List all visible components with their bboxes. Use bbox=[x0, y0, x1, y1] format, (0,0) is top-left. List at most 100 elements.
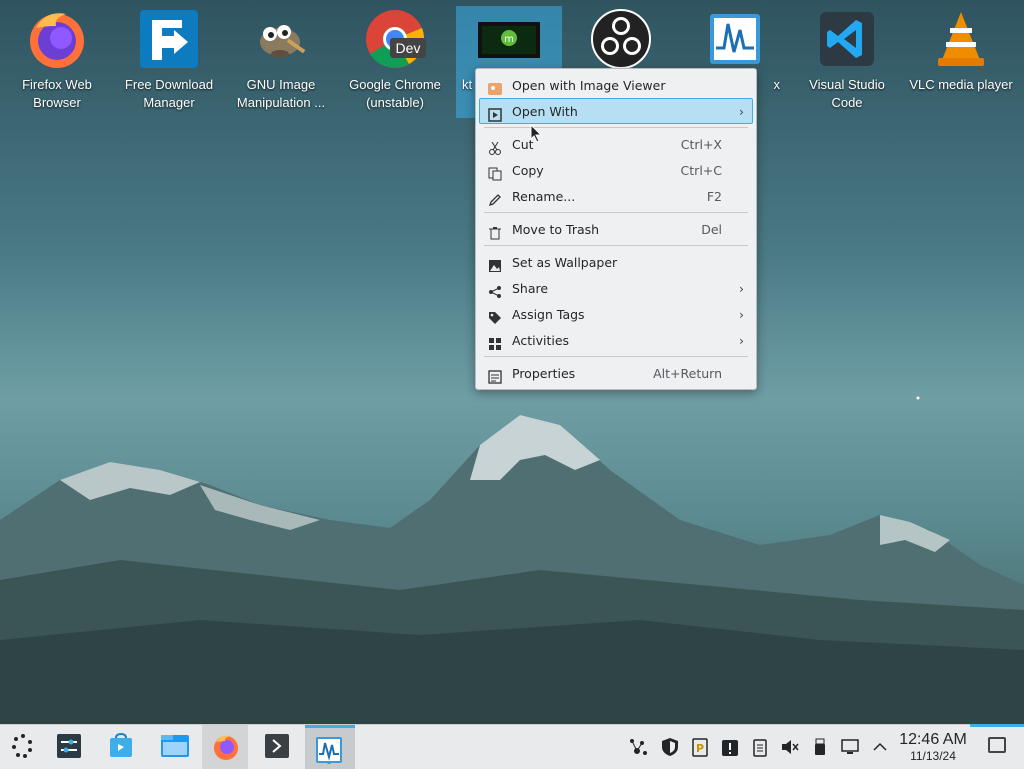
menu-item-set-as-wallpaper[interactable]: Set as Wallpaper bbox=[479, 249, 753, 275]
usb-icon[interactable] bbox=[810, 737, 830, 757]
menu-item-shortcut: Ctrl+X bbox=[680, 137, 722, 152]
menu-item-label: Open with Image Viewer bbox=[512, 78, 666, 93]
scissors-icon bbox=[488, 138, 502, 155]
desktop-icon-label: Free Download Manager bbox=[124, 77, 214, 110]
wallpaper-icon bbox=[488, 256, 502, 272]
properties-icon bbox=[488, 367, 502, 384]
taskbar-system-settings[interactable] bbox=[46, 725, 92, 769]
menu-item-label: Properties bbox=[512, 366, 576, 381]
desktop-icon-label: Firefox Web Browser bbox=[22, 77, 92, 110]
chevron-right-icon: › bbox=[739, 104, 744, 119]
menu-item-label: Set as Wallpaper bbox=[512, 255, 618, 270]
ksysguard-icon bbox=[316, 737, 342, 764]
ksysguard-icon bbox=[704, 8, 766, 70]
context-menu: Open with Image Viewer Open With › Cut C… bbox=[475, 68, 757, 390]
menu-item-shortcut: Alt+Return bbox=[653, 366, 722, 381]
copy-icon bbox=[488, 164, 502, 181]
desktop-icon-gimp[interactable]: GNU Image Manipulation ... bbox=[226, 6, 336, 118]
desktop-icon-label: Visual Studio Code bbox=[809, 77, 885, 110]
svg-text:Dev: Dev bbox=[396, 40, 421, 56]
dolphin-icon bbox=[161, 735, 189, 757]
discover-icon bbox=[110, 733, 132, 757]
menu-item-properties[interactable]: Properties Alt+Return bbox=[479, 360, 753, 386]
gimp-icon bbox=[250, 8, 312, 70]
desktop-icon-firefox[interactable]: Firefox Web Browser bbox=[2, 6, 112, 118]
taskbar-accent-line bbox=[970, 724, 1024, 727]
menu-item-cut[interactable]: Cut Ctrl+X bbox=[479, 131, 753, 157]
desktop-icon-chrome-dev[interactable]: Dev Google Chrome (unstable) bbox=[340, 6, 450, 118]
clipboard-icon[interactable] bbox=[750, 737, 770, 757]
taskbar-konsole[interactable] bbox=[254, 725, 300, 769]
menu-item-rename[interactable]: Rename... F2 bbox=[479, 183, 753, 209]
chevron-right-icon: › bbox=[739, 333, 744, 348]
desktop-icon-vscode[interactable]: Visual Studio Code bbox=[792, 6, 902, 118]
menu-item-label: Share bbox=[512, 281, 549, 296]
svg-text:m: m bbox=[504, 34, 514, 45]
clipboard-p-icon[interactable]: P bbox=[690, 737, 710, 757]
chevron-right-icon: › bbox=[739, 281, 744, 296]
trash-icon bbox=[488, 223, 502, 240]
menu-separator bbox=[484, 356, 748, 357]
menu-item-shortcut: Ctrl+C bbox=[680, 163, 722, 178]
notifications-icon[interactable] bbox=[720, 737, 740, 757]
digital-clock[interactable]: 12:46 AM 11/13/24 bbox=[896, 731, 970, 763]
shield-icon[interactable] bbox=[660, 737, 680, 757]
menu-separator bbox=[484, 212, 748, 213]
vscode-icon bbox=[816, 8, 878, 70]
taskbar-firefox[interactable] bbox=[202, 725, 248, 769]
image-viewer-icon bbox=[488, 79, 502, 95]
activities-icon bbox=[488, 334, 502, 350]
menu-item-activities[interactable]: Activities › bbox=[479, 327, 753, 353]
menu-item-share[interactable]: Share › bbox=[479, 275, 753, 301]
menu-item-open-with[interactable]: Open With › bbox=[479, 98, 753, 124]
vlc-icon bbox=[930, 8, 992, 70]
menu-item-open-with-image-viewer[interactable]: Open with Image Viewer bbox=[479, 72, 753, 98]
mouse-cursor bbox=[530, 123, 544, 147]
menu-item-label: Rename... bbox=[512, 189, 576, 204]
taskbar-dolphin[interactable] bbox=[150, 725, 196, 769]
menu-item-copy[interactable]: Copy Ctrl+C bbox=[479, 157, 753, 183]
chrome-dev-icon: Dev bbox=[364, 8, 426, 70]
menu-separator bbox=[484, 245, 748, 246]
menu-item-shortcut bbox=[722, 250, 740, 274]
menu-item-move-to-trash[interactable]: Move to Trash Del bbox=[479, 216, 753, 242]
desktop-icon-label: VLC media player bbox=[909, 77, 1013, 92]
app-launcher-button[interactable] bbox=[0, 725, 46, 769]
konsole-icon bbox=[265, 734, 289, 758]
desktop-icon-fdm[interactable]: Free Download Manager bbox=[114, 6, 224, 118]
share-icon bbox=[488, 282, 502, 298]
menu-item-shortcut: F2 bbox=[706, 189, 722, 204]
menu-item-label: Assign Tags bbox=[512, 307, 585, 322]
svg-text:P: P bbox=[696, 742, 704, 755]
volume-muted-icon[interactable] bbox=[780, 737, 800, 757]
show-desktop-button[interactable] bbox=[988, 737, 1006, 753]
menu-item-label: Open With bbox=[512, 104, 578, 119]
system-settings-icon bbox=[57, 734, 81, 758]
chevron-right-icon: › bbox=[739, 307, 744, 322]
firefox-icon bbox=[214, 735, 238, 760]
display-icon[interactable] bbox=[840, 737, 860, 757]
desktop-icon-label: GNU Image Manipulation ... bbox=[236, 77, 326, 110]
menu-item-label: Move to Trash bbox=[512, 222, 600, 237]
desktop-icon-label: Google Chrome (unstable) bbox=[349, 77, 441, 110]
desktop-icon-vlc[interactable]: VLC media player bbox=[906, 6, 1016, 118]
menu-separator bbox=[484, 127, 748, 128]
menu-item-label: Activities bbox=[512, 333, 570, 348]
fdm-icon bbox=[138, 8, 200, 70]
taskbar-ksysguard[interactable] bbox=[305, 725, 355, 769]
network-icon[interactable] bbox=[628, 737, 648, 757]
firefox-icon bbox=[26, 8, 88, 70]
pencil-icon bbox=[488, 190, 502, 207]
menu-item-label: Copy bbox=[512, 163, 544, 178]
menu-item-shortcut bbox=[722, 73, 740, 97]
menu-item-shortcut: Del bbox=[701, 222, 722, 237]
clock-time: 12:46 AM bbox=[899, 731, 967, 748]
taskbar-discover[interactable] bbox=[98, 725, 144, 769]
tray-expand-icon[interactable] bbox=[870, 737, 890, 757]
obs-icon bbox=[590, 8, 652, 70]
open-with-icon bbox=[488, 105, 502, 122]
tag-icon bbox=[488, 308, 502, 324]
menu-item-assign-tags[interactable]: Assign Tags › bbox=[479, 301, 753, 327]
clock-date: 11/13/24 bbox=[910, 749, 956, 763]
app-launcher-icon bbox=[12, 734, 32, 758]
